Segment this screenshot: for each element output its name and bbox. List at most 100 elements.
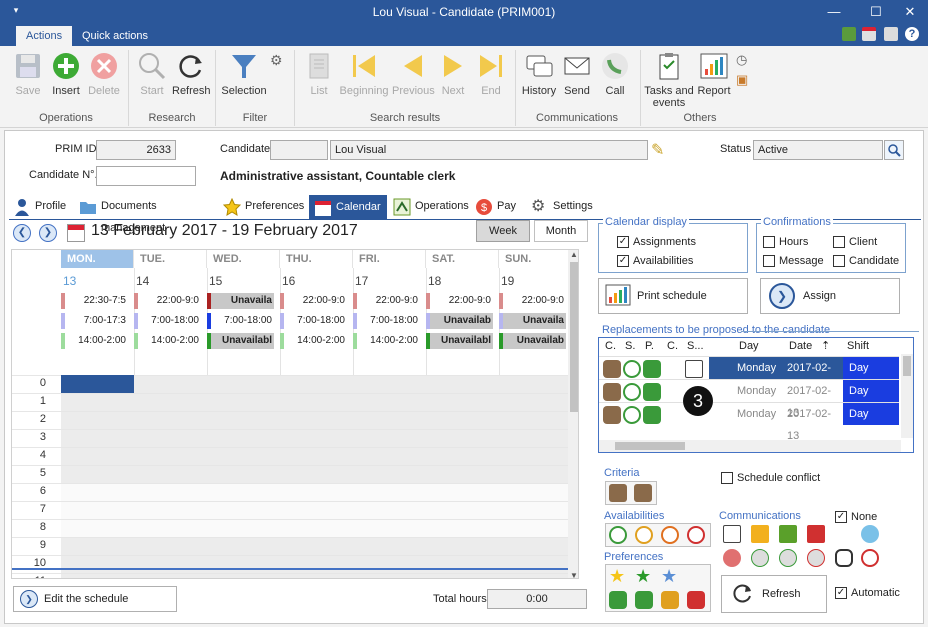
shift-block[interactable]: 14:00-2:00 [353, 333, 420, 349]
selection-button[interactable]: Selection [220, 50, 268, 97]
tasks-events-button[interactable]: Tasks and events [644, 50, 694, 109]
hour-row[interactable]: 7 [12, 501, 578, 520]
tab-calendar[interactable]: Calendar [309, 195, 387, 219]
next-button[interactable]: Next [436, 50, 470, 97]
call-button[interactable]: Call [598, 50, 632, 97]
person-green2-icon[interactable] [635, 591, 653, 609]
candidate-checkbox[interactable]: Candidate [833, 255, 899, 267]
help-icon[interactable]: ? [905, 27, 919, 41]
green-star-icon[interactable]: ★ [635, 566, 651, 587]
shift-block[interactable]: 14:00-2:00 [280, 333, 347, 349]
history-button[interactable]: History [520, 50, 558, 97]
assignments-checkbox[interactable]: ✓ Assignments [617, 236, 696, 248]
shift-block[interactable]: Unavailab [499, 333, 566, 349]
col-c2[interactable]: C. [667, 340, 678, 352]
day-header[interactable]: WED. [207, 250, 280, 268]
refresh-button[interactable]: Refresh [172, 50, 211, 97]
blue-star-icon[interactable]: ★ [661, 566, 677, 587]
day-header[interactable]: FRI. [353, 250, 426, 268]
lock-icon[interactable] [884, 27, 898, 41]
person-yellow-icon[interactable] [661, 591, 679, 609]
tab-pay[interactable]: $ Pay [471, 195, 525, 219]
shift-block[interactable]: 7:00-18:00 [280, 313, 347, 329]
chat-icon[interactable] [751, 525, 769, 543]
shift-block[interactable]: 7:00-17:3 [61, 313, 128, 329]
col-p[interactable]: P. [645, 340, 654, 352]
shift-block[interactable]: 22:00-9:0 [426, 293, 493, 309]
scroll-thumb[interactable] [570, 262, 578, 412]
thumbs-down-icon[interactable] [807, 525, 825, 543]
shift-block[interactable]: 14:00-2:00 [61, 333, 128, 349]
hour-row[interactable]: 11 [12, 573, 578, 578]
voicemail-icon[interactable] [835, 549, 853, 567]
edit-schedule-button[interactable]: ❯ Edit the schedule [13, 586, 177, 612]
inbox-icon[interactable]: ▣ [736, 72, 748, 88]
maximize-button[interactable]: ☐ [862, 2, 890, 22]
grid-vscroll[interactable] [901, 354, 913, 438]
tab-operations[interactable]: Operations [389, 195, 469, 219]
minimize-button[interactable]: — [820, 2, 848, 22]
calculator-icon[interactable] [842, 27, 856, 41]
shift-block[interactable]: 7:00-18:00 [134, 313, 201, 329]
day-header[interactable]: THU. [280, 250, 353, 268]
previous-button[interactable]: Previous [392, 50, 435, 97]
none-checkbox[interactable]: ✓ None [835, 511, 877, 523]
phone-check-icon[interactable] [779, 549, 797, 567]
hour-row[interactable]: 1 [12, 393, 578, 412]
week-view-button[interactable]: Week [476, 220, 530, 242]
table-row[interactable]: Monday 2017-02-13 Day [599, 402, 899, 442]
previous-week-button[interactable]: ❮ [13, 224, 31, 242]
green-clock-icon[interactable] [609, 526, 627, 544]
hour-row[interactable]: 4 [12, 447, 578, 466]
hour-row[interactable]: 8 [12, 519, 578, 538]
red-clock-icon[interactable] [687, 526, 705, 544]
thumbs-up-icon[interactable] [779, 525, 797, 543]
shift-block[interactable]: 22:00-9:0 [499, 293, 566, 309]
yellow-clock-icon[interactable] [635, 526, 653, 544]
automatic-checkbox[interactable]: ✓ Automatic [835, 587, 900, 599]
person-available-icon[interactable] [609, 484, 627, 502]
next-week-button[interactable]: ❯ [39, 224, 57, 242]
day-header[interactable]: SAT. [426, 250, 499, 268]
person-unavailable-icon[interactable] [634, 484, 652, 502]
hour-row[interactable]: 5 [12, 465, 578, 484]
tab-settings[interactable]: ⚙ Settings [527, 195, 599, 219]
calendar-picker-icon[interactable] [67, 224, 85, 242]
col-c1[interactable]: C. [605, 340, 616, 352]
day-header[interactable]: MON. [61, 250, 134, 268]
shift-block[interactable]: 7:00-18:00 [353, 313, 420, 329]
month-view-button[interactable]: Month [534, 220, 588, 242]
phone-down-icon[interactable] [723, 549, 741, 567]
phone-green-icon[interactable] [751, 549, 769, 567]
phone-blue-icon[interactable] [861, 525, 879, 543]
print-schedule-button[interactable]: Print schedule [598, 278, 748, 314]
candidate-code-field[interactable] [270, 140, 328, 160]
save-button[interactable]: Save [10, 50, 46, 97]
beginning-button[interactable]: Beginning [338, 50, 390, 97]
hours-checkbox[interactable]: Hours [763, 236, 808, 248]
calendar-icon[interactable] [862, 27, 876, 41]
schedule-conflict-checkbox[interactable]: Schedule conflict [721, 472, 820, 484]
close-button[interactable]: ✕ [896, 2, 924, 22]
pencil-icon[interactable]: ✎ [651, 140, 664, 160]
col-date[interactable]: Date [789, 340, 812, 352]
end-button[interactable]: End [474, 50, 508, 97]
shift-block[interactable]: 22:30-7:5 [61, 293, 128, 309]
table-row[interactable]: Monday 2017-02-13 Day [599, 356, 899, 396]
shift-block[interactable]: Unavailab [426, 313, 493, 329]
shift-block[interactable]: 14:00-2:00 [134, 333, 201, 349]
calendar-scrollbar[interactable]: ▲ ▼ [568, 250, 578, 578]
selected-slot[interactable] [61, 375, 134, 393]
client-checkbox[interactable]: Client [833, 236, 877, 248]
col-s2[interactable]: S... [687, 340, 704, 352]
person-green-icon[interactable] [609, 591, 627, 609]
tab-preferences[interactable]: Preferences [219, 195, 307, 219]
hour-row[interactable]: 10 [12, 555, 578, 574]
col-s[interactable]: S. [625, 340, 635, 352]
prim-id-field[interactable]: 2633 [96, 140, 176, 160]
clock-icon[interactable]: ◷ [736, 52, 747, 68]
hour-row[interactable]: 9 [12, 537, 578, 556]
assign-button[interactable]: ❯ Assign [760, 278, 900, 314]
table-row[interactable]: Monday 2017-02-13 Day [599, 379, 899, 419]
panel-refresh-button[interactable]: Refresh [721, 575, 827, 613]
